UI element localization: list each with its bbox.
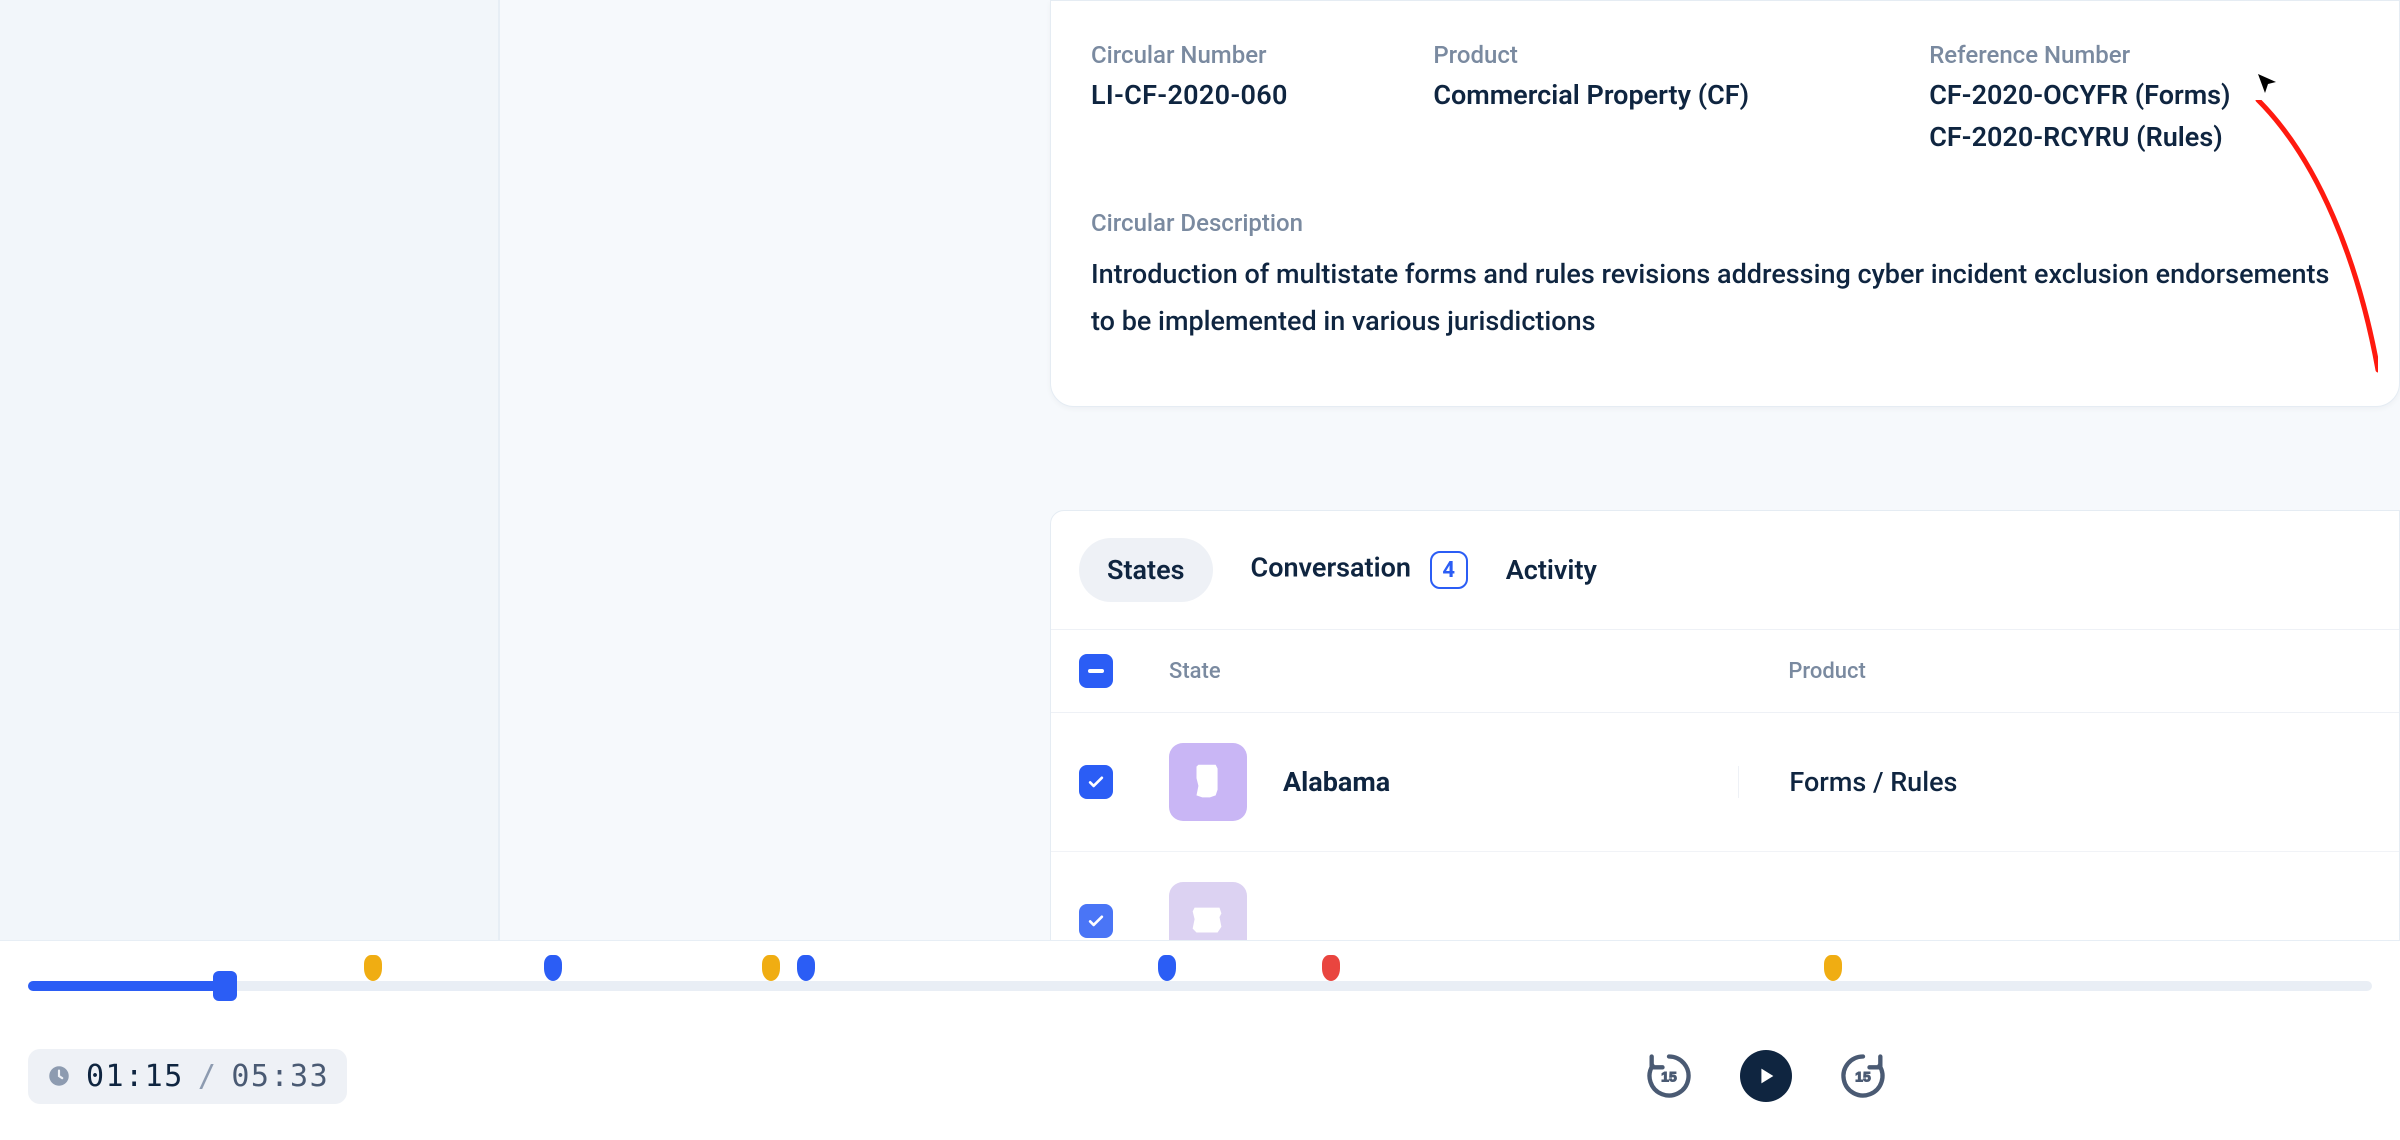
circular-number-label: Circular Number [1091,41,1413,69]
circular-number-block: Circular Number LI-CF-2020-060 [1091,41,1413,163]
timeline-marker[interactable] [762,955,780,981]
product-block: Product Commercial Property (CF) [1433,41,1909,163]
conversation-count-badge: 4 [1430,551,1468,589]
time-separator: / [198,1059,218,1094]
timeline[interactable] [28,941,2372,1021]
svg-text:15: 15 [1855,1068,1871,1084]
reference-number-label: Reference Number [1929,41,2359,69]
row-checkbox[interactable] [1079,765,1113,799]
transport-controls: 15 15 [1640,1047,1892,1105]
tab-activity[interactable]: Activity [1506,538,1597,602]
reference-number-value-1: CF-2020-RCYRU (Rules) [1929,121,2359,153]
select-all-checkbox[interactable] [1079,654,1113,688]
timeline-marker[interactable] [364,955,382,981]
reference-number-block: Reference Number CF-2020-OCYFR (Forms) C… [1929,41,2359,163]
play-button[interactable] [1740,1050,1792,1102]
state-product: Forms / Rules [1738,766,2371,798]
tab-states[interactable]: States [1079,538,1213,602]
tab-conversation-label: Conversation [1251,552,1411,584]
current-time: 01:15 [86,1059,184,1094]
circular-description-label: Circular Description [1091,209,2359,237]
total-time: 05:33 [231,1059,329,1094]
check-icon [1086,772,1106,792]
table-row[interactable]: Alabama Forms / Rules [1051,712,2399,851]
forward-15-icon: 15 [1837,1050,1889,1102]
reference-number-value-0: CF-2020-OCYFR (Forms) [1929,79,2359,111]
timeline-marker[interactable] [1824,955,1842,981]
tab-bar: States Conversation 4 Activity [1051,511,2399,629]
timeline-marker[interactable] [1322,955,1340,981]
left-sidebar-empty [0,0,500,940]
timeline-marker[interactable] [797,955,815,981]
states-panel: States Conversation 4 Activity State Pro… [1050,510,2400,991]
check-icon [1086,911,1106,931]
column-header-state: State [1169,659,1738,684]
state-name: Alabama [1283,766,1390,798]
timeline-marker[interactable] [544,955,562,981]
column-header-product: Product [1738,659,2371,684]
timeline-progress [28,981,225,991]
circular-info-card: Circular Number LI-CF-2020-060 Product C… [1050,0,2400,407]
state-shape-icon [1169,743,1247,821]
table-header: State Product [1051,629,2399,712]
row-checkbox[interactable] [1079,904,1113,938]
product-label: Product [1433,41,1909,69]
forward-15-button[interactable]: 15 [1834,1047,1892,1105]
timeline-marker[interactable] [1158,955,1176,981]
clock-icon [46,1063,72,1089]
product-value: Commercial Property (CF) [1433,79,1909,111]
circular-number-value: LI-CF-2020-060 [1091,79,1413,111]
rewind-15-button[interactable]: 15 [1640,1047,1698,1105]
tab-conversation[interactable]: Conversation 4 [1251,535,1468,605]
timeline-thumb[interactable] [213,971,237,1001]
timeline-track[interactable] [28,981,2372,991]
video-player: 01:15 / 05:33 15 [0,940,2400,1140]
time-display: 01:15 / 05:33 [28,1049,347,1104]
svg-text:15: 15 [1661,1068,1677,1084]
play-icon [1755,1065,1777,1087]
circular-description-value: Introduction of multistate forms and rul… [1091,251,2341,346]
rewind-15-icon: 15 [1643,1050,1695,1102]
